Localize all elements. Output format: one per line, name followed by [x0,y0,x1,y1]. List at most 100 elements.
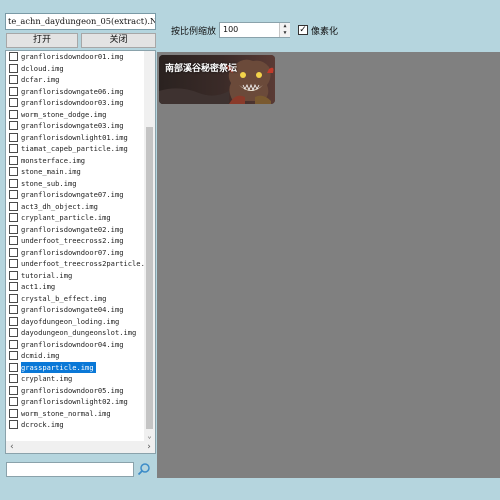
list-item[interactable]: dayodungeon_dungeonslot.img [6,327,144,339]
item-checkbox[interactable] [9,236,18,246]
list-item[interactable]: granflorisdowndoor03.img [6,97,144,109]
item-checkbox[interactable] [9,224,18,234]
search-icon[interactable] [137,462,151,477]
item-checkbox[interactable] [9,408,18,418]
thumbnail-title: 南部溪谷秘密祭坛 [165,64,238,74]
list-item[interactable]: granflorisdowndoor04.img [6,339,144,351]
list-item[interactable]: underfoot_treecross2particle. [6,258,145,270]
file-list[interactable]: granflorisdowndoor01.img dcloud.img dcfar.… [5,50,156,454]
list-item[interactable]: cryplant.img [6,373,144,385]
item-checkbox[interactable] [9,385,18,395]
list-item[interactable]: tutorial.img [6,270,144,282]
item-label: granflorisdowndoor04.img [21,339,124,349]
search-input[interactable] [6,462,134,477]
item-checkbox[interactable] [9,293,18,303]
item-checkbox[interactable] [9,167,18,177]
item-label: act3_dh_object.img [21,201,98,211]
scroll-thumb[interactable] [146,127,153,429]
item-checkbox[interactable] [9,397,18,407]
item-checkbox[interactable] [9,259,18,269]
item-checkbox[interactable] [9,144,18,154]
scroll-right-icon[interactable]: › [143,441,155,453]
list-item[interactable]: grassparticle.img [6,361,144,374]
list-item[interactable]: granflorisdowndoor07.img [6,247,144,259]
list-item[interactable]: stone_sub.img [6,178,144,190]
item-checkbox[interactable] [9,121,18,131]
list-item[interactable]: granflorisdowngate03.img [6,120,144,132]
item-checkbox[interactable] [9,98,18,108]
list-item[interactable]: granflorisdowndoor05.img [6,385,144,397]
item-checkbox[interactable] [9,109,18,119]
scale-label: 按比例缩放 [171,27,217,37]
list-item[interactable]: granflorisdowngate04.img [6,304,144,316]
list-item[interactable]: crystal_b_effect.img [6,293,144,305]
item-checkbox[interactable] [9,420,18,430]
item-label: granflorisdowndoor07.img [21,247,124,257]
spin-up-icon[interactable]: ▲ [280,23,290,30]
item-label: stone_sub.img [21,178,77,188]
open-button[interactable]: 打开 [6,33,78,48]
list-item[interactable]: granflorisdowngate07.img [6,189,144,201]
horizontal-scrollbar[interactable]: ‹ › [6,441,155,453]
list-item[interactable]: dcloud.img [6,63,144,75]
item-checkbox[interactable] [9,282,18,292]
item-checkbox[interactable] [9,190,18,200]
scroll-left-icon[interactable]: ‹ [6,441,18,453]
scroll-down-icon[interactable]: ⌄ [144,432,155,441]
item-checkbox[interactable] [9,247,18,257]
item-checkbox[interactable] [9,362,18,372]
item-checkbox[interactable] [9,155,18,165]
list-item[interactable]: granflorisdownlight01.img [6,132,144,144]
item-label: granflorisdowngate06.img [21,86,124,96]
scale-spinner[interactable]: ▲ ▼ [279,23,290,37]
item-label: dcrock.img [21,420,64,430]
list-item[interactable]: dayofdungeon_loding.img [6,316,144,328]
pixelate-checkbox[interactable]: ✓ [298,25,308,35]
list-item[interactable]: granflorisdowngate02.img [6,224,144,236]
list-item[interactable]: underfoot_treecross2.img [6,235,144,247]
item-label: granflorisdowngate02.img [21,224,124,234]
item-label: act1.img [21,282,56,292]
pixelate-label: 像素化 [311,27,339,37]
list-item[interactable]: dcrock.img [6,419,144,431]
item-checkbox[interactable] [9,339,18,349]
item-checkbox[interactable] [9,270,18,280]
item-label: underfoot_treecross2particle. [21,259,145,269]
file-list-rows: granflorisdowndoor01.img dcloud.img dcfar.… [6,51,145,431]
list-item[interactable]: worm_stone_dodge.img [6,109,144,121]
item-checkbox[interactable] [9,328,18,338]
list-item[interactable]: granflorisdowngate06.img [6,86,144,98]
list-item[interactable]: act3_dh_object.img [6,201,144,213]
item-checkbox[interactable] [9,351,18,361]
item-checkbox[interactable] [9,305,18,315]
list-item[interactable]: tiamat_capeb_particle.img [6,143,144,155]
item-checkbox[interactable] [9,86,18,96]
list-item[interactable]: act1.img [6,281,144,293]
item-checkbox[interactable] [9,201,18,211]
item-label: stone_main.img [21,167,81,177]
item-checkbox[interactable] [9,178,18,188]
item-checkbox[interactable] [9,213,18,223]
item-checkbox[interactable] [9,52,18,62]
close-button[interactable]: 关闭 [81,33,156,48]
list-item[interactable]: monsterface.img [6,155,144,167]
item-checkbox[interactable] [9,374,18,384]
item-checkbox[interactable] [9,63,18,73]
list-item[interactable]: stone_main.img [6,166,144,178]
list-item[interactable]: dcfar.img [6,74,144,86]
item-label: monsterface.img [21,155,86,165]
map-thumbnail[interactable]: 南部溪谷秘密祭坛 [159,55,275,104]
item-label: granflorisdowndoor03.img [21,98,124,108]
item-checkbox[interactable] [9,316,18,326]
vertical-scrollbar[interactable]: ⌄ [144,51,155,441]
list-item[interactable]: worm_stone_normal.img [6,408,144,420]
spin-down-icon[interactable]: ▼ [280,30,290,37]
list-item[interactable]: dcmid.img [6,350,144,362]
list-item[interactable]: granflorisdownlight02.img [6,396,144,408]
list-item[interactable]: granflorisdowndoor01.img [6,51,144,63]
file-name-field[interactable]: te_achn_daydungeon_05(extract).NPK [5,13,156,30]
item-label: dayofdungeon_loding.img [21,316,120,326]
item-checkbox[interactable] [9,132,18,142]
list-item[interactable]: cryplant_particle.img [6,212,144,224]
item-checkbox[interactable] [9,75,18,85]
